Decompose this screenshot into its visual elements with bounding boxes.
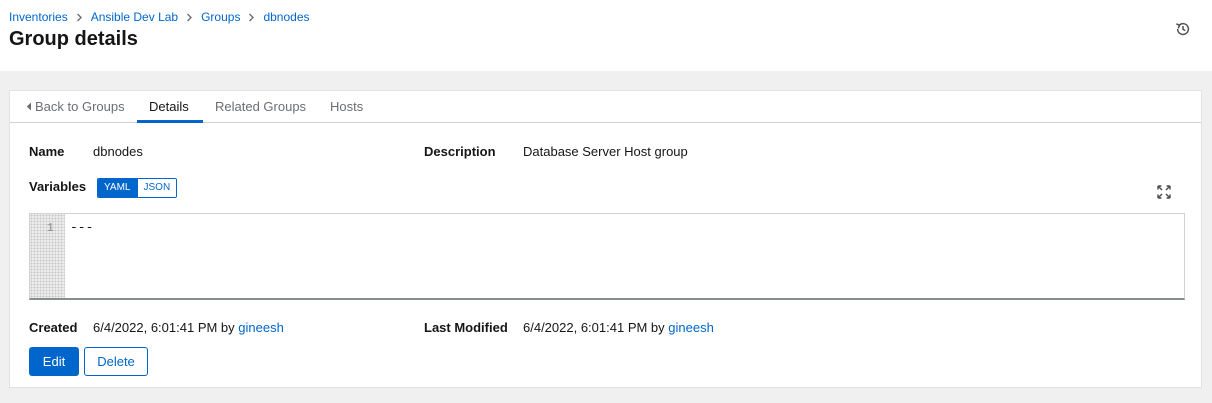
variables-label: Variables [29,179,87,194]
breadcrumb-inventory[interactable]: Ansible Dev Lab [91,10,178,24]
tab-bar: Back to Groups Details Related Groups Ho… [10,91,1201,123]
tab-back-label: Back to Groups [35,99,125,114]
edit-button[interactable]: Edit [29,347,79,376]
breadcrumb-inventories[interactable]: Inventories [9,10,68,24]
expand-icon[interactable] [1157,185,1171,199]
variables-code-editor[interactable]: 1 --- [29,213,1185,300]
tab-related-groups[interactable]: Related Groups [215,91,306,123]
last-modified-value: 6/4/2022, 6:01:41 PM by gineesh [523,320,714,335]
tab-back-to-groups[interactable]: Back to Groups [26,91,125,123]
chevron-right-icon [248,13,255,22]
delete-button[interactable]: Delete [84,347,148,376]
yaml-toggle-button[interactable]: YAML [98,179,137,197]
chevron-right-icon [186,13,193,22]
last-modified-label: Last Modified [424,320,508,335]
active-tab-indicator [137,120,203,123]
tab-details[interactable]: Details [149,91,189,123]
page-header: Inventories Ansible Dev Lab Groups dbnod… [0,0,1212,71]
breadcrumb-current: dbnodes [263,10,310,24]
breadcrumb: Inventories Ansible Dev Lab Groups dbnod… [9,10,310,24]
chevron-right-icon [76,13,83,22]
caret-left-icon [26,91,32,122]
code-line: --- [70,220,94,235]
created-timestamp: 6/4/2022, 6:01:41 PM by [93,320,235,335]
page-title: Group details [9,28,138,50]
group-details-card: Back to Groups Details Related Groups Ho… [9,90,1202,388]
json-toggle-button[interactable]: JSON [136,179,177,197]
variables-format-toggle: YAML JSON [97,178,178,198]
description-value: Database Server Host group [523,144,688,159]
created-value: 6/4/2022, 6:01:41 PM by gineesh [93,320,284,335]
line-number: 1 [46,221,54,235]
created-label: Created [29,320,78,335]
description-label: Description [424,144,496,159]
modified-by-user-link[interactable]: gineesh [668,320,714,335]
modified-timestamp: 6/4/2022, 6:01:41 PM by [523,320,665,335]
tab-hosts[interactable]: Hosts [330,91,363,123]
editor-gutter: 1 [30,214,65,298]
created-by-user-link[interactable]: gineesh [238,320,284,335]
name-value: dbnodes [93,144,143,159]
breadcrumb-groups[interactable]: Groups [201,10,240,24]
name-label: Name [29,144,65,159]
history-icon[interactable] [1174,20,1192,38]
